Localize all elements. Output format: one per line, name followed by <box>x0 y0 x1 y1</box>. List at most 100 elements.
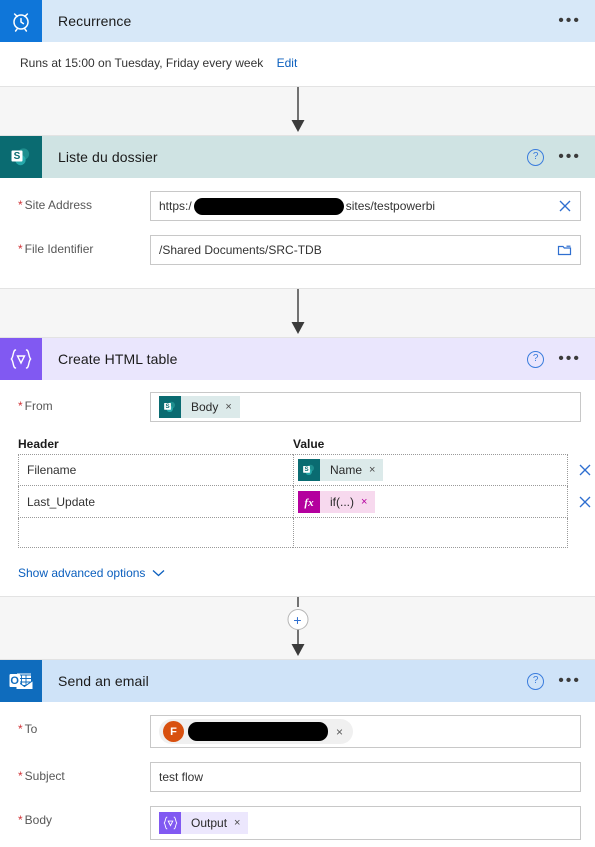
connector-arrow-3: + <box>0 596 595 660</box>
token-output[interactable]: Output × <box>159 812 249 834</box>
header-cell-text: Filename <box>27 463 77 477</box>
step-title: Create HTML table <box>58 351 178 367</box>
folder-picker-icon[interactable] <box>557 243 572 257</box>
recipient-chip[interactable]: F × <box>159 719 354 744</box>
more-menu-icon[interactable]: ••• <box>558 673 581 689</box>
delete-row-icon[interactable] <box>568 486 595 518</box>
delete-row-icon[interactable] <box>568 454 595 486</box>
step-body-recurrence: Runs at 15:00 on Tuesday, Friday every w… <box>0 42 595 86</box>
edit-link[interactable]: Edit <box>277 56 298 70</box>
label-text: Body <box>24 813 53 827</box>
to-input[interactable]: F × <box>150 715 581 748</box>
more-menu-icon[interactable]: ••• <box>558 149 581 165</box>
outlook-icon: O <box>0 660 42 702</box>
table-row: Last_Update fx if(...) × <box>18 486 591 518</box>
field-label-site-address: * Site Address <box>10 191 150 212</box>
token-remove-icon[interactable]: × <box>225 401 239 413</box>
field-to: * To F × <box>10 702 581 755</box>
header-cell-input[interactable]: Filename <box>18 454 293 486</box>
field-label-file-identifier: * File Identifier <box>10 235 150 256</box>
body-spacer <box>10 272 581 288</box>
token-body-wrap: Output × <box>181 812 249 834</box>
token-name[interactable]: S Name × <box>298 459 384 481</box>
recurrence-summary: Runs at 15:00 on Tuesday, Friday every w… <box>10 42 581 86</box>
table-row: Filename S Name × <box>18 454 591 486</box>
show-advanced-options-link[interactable]: Show advanced options <box>10 552 581 596</box>
site-address-value-suffix: sites/testpowerbi <box>345 199 436 213</box>
token-remove-icon[interactable]: × <box>369 464 383 476</box>
subject-input[interactable]: test flow <box>150 762 581 792</box>
field-control-from: S Body × <box>150 392 581 422</box>
more-menu-icon[interactable]: ••• <box>558 13 581 29</box>
alarm-clock-icon <box>0 0 42 42</box>
recurrence-summary-text: Runs at 15:00 on Tuesday, Friday every w… <box>20 56 264 70</box>
step-title: Recurrence <box>58 13 132 29</box>
show-advanced-options-label: Show advanced options <box>18 566 146 580</box>
field-label-from: * From <box>10 392 150 413</box>
svg-text:fx: fx <box>304 497 314 509</box>
label-text: To <box>24 722 38 736</box>
help-icon[interactable]: ? <box>527 350 545 368</box>
help-icon[interactable]: ? <box>527 148 545 166</box>
token-expression[interactable]: fx if(...) × <box>298 490 376 513</box>
step-header-create-html-table[interactable]: Create HTML table ? ••• <box>0 338 595 380</box>
field-site-address: * Site Address https:/ sites/testpowerbi <box>10 178 581 228</box>
header-actions: ? ••• <box>527 672 595 690</box>
svg-text:S: S <box>304 466 308 473</box>
add-step-button[interactable]: + <box>287 609 308 630</box>
data-operation-icon <box>0 338 42 380</box>
sharepoint-icon: S <box>298 459 320 481</box>
redaction-bar <box>188 722 328 741</box>
field-label-subject: * Subject <box>10 762 150 783</box>
flow-step-create-html-table[interactable]: Create HTML table ? ••• * From S Body × … <box>0 338 595 596</box>
label-text: Site Address <box>24 198 93 212</box>
field-control-site-address: https:/ sites/testpowerbi <box>150 191 581 221</box>
token-remove-icon[interactable]: × <box>361 496 375 508</box>
flow-step-liste-du-dossier[interactable]: S Liste du dossier ? ••• * Site Address h… <box>0 136 595 288</box>
required-asterisk: * <box>18 399 23 413</box>
token-label: Output <box>191 816 228 830</box>
field-label-to: * To <box>10 715 150 736</box>
value-cell-input[interactable]: S Name × <box>293 454 568 486</box>
table-row <box>18 518 581 548</box>
svg-text:S: S <box>165 403 169 410</box>
step-header-send-an-email[interactable]: O Send an email ? ••• <box>0 660 595 702</box>
function-icon: fx <box>298 490 320 513</box>
flow-step-recurrence[interactable]: Recurrence ••• Runs at 15:00 on Tuesday,… <box>0 0 595 86</box>
chevron-down-icon <box>152 566 165 580</box>
more-menu-icon[interactable]: ••• <box>558 351 581 367</box>
required-asterisk: * <box>18 769 23 783</box>
help-icon[interactable]: ? <box>527 672 545 690</box>
step-body-liste-du-dossier: *Site Address https:/ sites/testpowerbi <box>0 178 595 288</box>
file-identifier-input[interactable]: /Shared Documents/SRC-TDB <box>150 235 581 265</box>
token-body-wrap: Name × <box>320 459 384 481</box>
token-body-wrap: if(...) × <box>320 490 376 513</box>
label-text: File Identifier <box>24 242 94 256</box>
value-cell-input[interactable]: fx if(...) × <box>293 486 568 518</box>
field-control-subject: test flow <box>150 762 581 792</box>
body-input[interactable]: Output × <box>150 806 581 840</box>
flow-step-send-an-email[interactable]: O Send an email ? ••• * To F × * Subject… <box>0 660 595 847</box>
token-body-wrap: Body × <box>181 396 240 418</box>
token-label: if(...) <box>330 494 354 509</box>
value-cell-input[interactable] <box>293 518 568 548</box>
clear-icon[interactable] <box>558 199 572 213</box>
step-header-recurrence[interactable]: Recurrence ••• <box>0 0 595 42</box>
field-from: * From S Body × <box>10 380 581 429</box>
sharepoint-icon: S <box>0 136 42 178</box>
from-input[interactable]: S Body × <box>150 392 581 422</box>
token-body[interactable]: S Body × <box>159 396 240 418</box>
remove-recipient-icon[interactable]: × <box>328 725 351 739</box>
header-cell-input[interactable]: Last_Update <box>18 486 293 518</box>
token-remove-icon[interactable]: × <box>234 817 248 829</box>
site-address-input[interactable]: https:/ sites/testpowerbi <box>150 191 581 221</box>
svg-text:O: O <box>10 675 19 687</box>
required-asterisk: * <box>18 722 23 736</box>
header-cell-input[interactable] <box>18 518 293 548</box>
step-body-send-an-email: * To F × * Subject test flow * Body Outp… <box>0 702 595 847</box>
field-subject: * Subject test flow <box>10 755 581 799</box>
svg-text:S: S <box>14 151 21 162</box>
step-header-liste-du-dossier[interactable]: S Liste du dossier ? ••• <box>0 136 595 178</box>
delete-row-placeholder <box>568 518 595 548</box>
header-cell-text: Last_Update <box>27 494 96 509</box>
